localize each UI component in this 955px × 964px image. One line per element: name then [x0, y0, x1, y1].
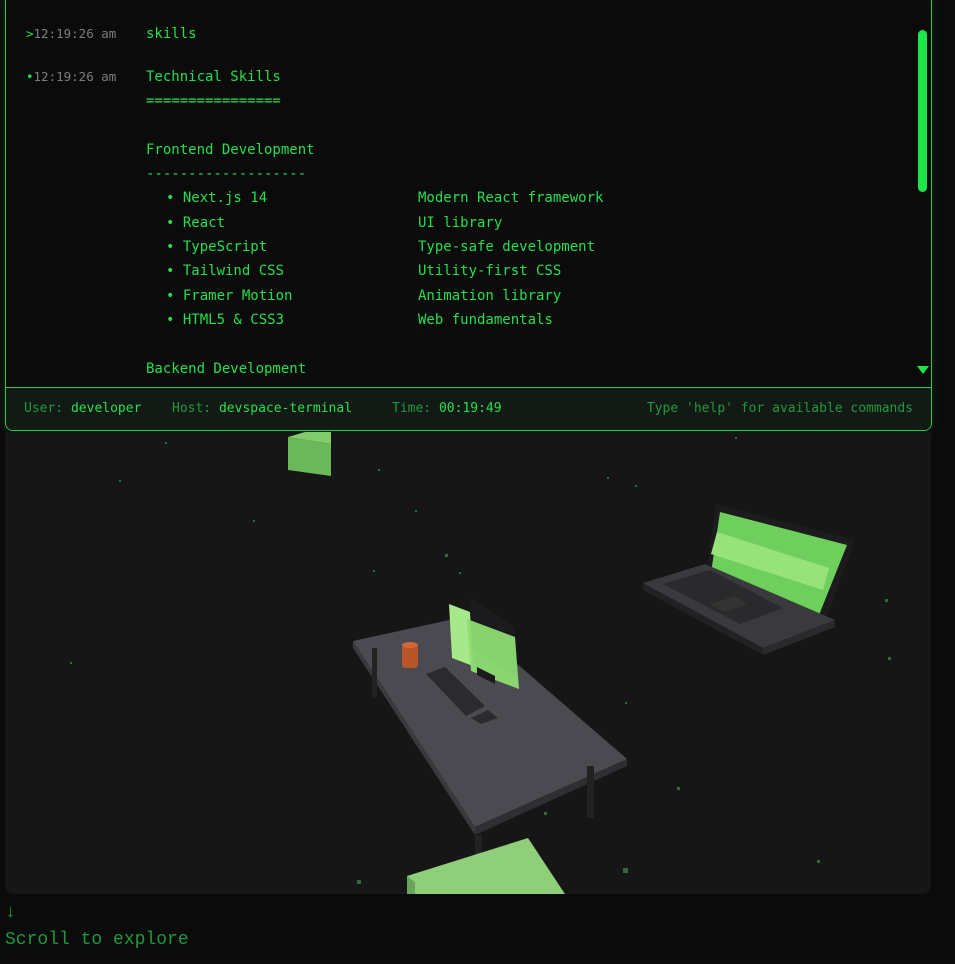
skill-name: • HTML5 & CSS3	[166, 312, 285, 328]
skill-name: • React	[166, 215, 226, 231]
skill-description: Modern React framework	[418, 190, 604, 206]
down-arrow-icon: ↓	[5, 903, 16, 923]
skill-description: Utility-first CSS	[418, 263, 562, 279]
scroll-hint-label: Scroll to explore	[5, 930, 189, 950]
timestamp: >12:19:26 am	[26, 26, 117, 41]
scroll-hint: ↓ Scroll to explore	[5, 903, 189, 952]
title-underline: ================	[146, 93, 281, 109]
floating-cube	[407, 838, 565, 894]
command-text: skills	[146, 26, 197, 42]
section-underline: -------------------	[146, 166, 307, 182]
section-heading-frontend: Frontend Development	[146, 142, 315, 158]
output-title: Technical Skills	[146, 69, 281, 85]
status-time: Time: 00:19:49	[392, 401, 502, 416]
timestamp: •12:19:26 am	[26, 69, 117, 84]
skill-name: • TypeScript	[166, 239, 268, 255]
skill-name: • Next.js 14	[166, 190, 268, 206]
help-hint: Type 'help' for available commands	[646, 401, 913, 416]
skill-description: UI library	[418, 215, 503, 231]
scene-canvas	[70, 432, 891, 894]
coffee-mug	[402, 642, 418, 668]
skill-description: Type-safe development	[418, 239, 596, 255]
scrollbar-thumb[interactable]	[918, 30, 927, 192]
skill-name: • Framer Motion	[166, 288, 293, 304]
3d-workspace-scene[interactable]	[5, 432, 931, 894]
status-host: Host: devspace-terminal	[172, 401, 353, 416]
skill-description: Animation library	[418, 288, 562, 304]
skill-name: • Tailwind CSS	[166, 263, 285, 279]
terminal-window[interactable]: >12:19:26 am skills •12:19:26 am Technic…	[5, 0, 932, 431]
status-bar: User: developer Host: devspace-terminal …	[6, 387, 931, 430]
scroll-down-arrow-icon[interactable]	[917, 366, 929, 374]
terminal-output[interactable]: >12:19:26 am skills •12:19:26 am Technic…	[6, 0, 917, 387]
section-heading-backend: Backend Development	[146, 361, 307, 377]
status-user: User: developer	[24, 401, 142, 416]
laptop	[643, 504, 855, 655]
skill-description: Web fundamentals	[418, 312, 553, 328]
